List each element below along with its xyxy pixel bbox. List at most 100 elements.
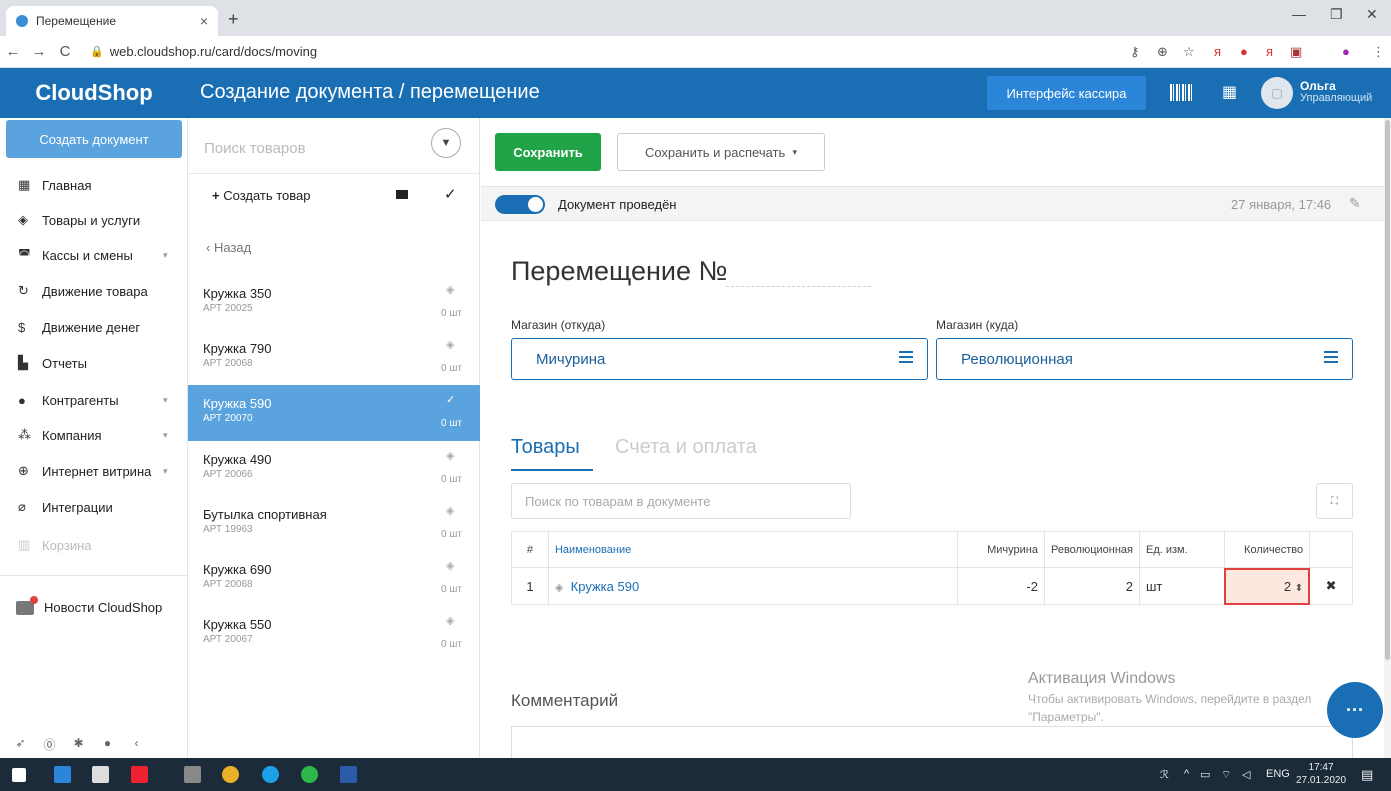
product-list-item[interactable]: Кружка 790 АРТ 20068 ◈ 0 шт: [188, 330, 480, 386]
torrent-icon[interactable]: [301, 766, 318, 783]
product-list-item[interactable]: Кружка 350 АРТ 20025 ◈ 0 шт: [188, 275, 480, 331]
sidebar-item-news[interactable]: Новости CloudShop: [16, 595, 163, 615]
product-list-item-selected[interactable]: Кружка 590 АРТ 20070 ✓ 0 шт: [188, 385, 480, 441]
windows-start-icon[interactable]: [12, 768, 26, 782]
sidebar-item-money-movement[interactable]: $ Движение денег: [0, 312, 188, 342]
document-search-input[interactable]: Поиск по товарам в документе: [511, 483, 851, 519]
reload-icon[interactable]: C: [52, 43, 78, 60]
product-list-item[interactable]: Бутылка спортивная АРТ 19963 ◈ 0 шт: [188, 496, 480, 552]
posted-toggle[interactable]: [495, 195, 545, 214]
from-store-select[interactable]: Мичурина: [511, 338, 928, 380]
product-qty: 0 шт: [441, 639, 462, 650]
edge-icon[interactable]: [262, 766, 279, 783]
calendar-icon[interactable]: ▦: [1222, 82, 1237, 102]
scrollbar[interactable]: [1384, 118, 1391, 758]
tab-payments[interactable]: Счета и оплата: [615, 436, 757, 459]
sidebar-item-label: Товары и услуги: [42, 212, 141, 228]
sidebar-item-goods-movement[interactable]: ↻ Движение товара: [0, 276, 188, 306]
back-arrow-icon[interactable]: ←: [0, 43, 26, 60]
yandex-browser-icon[interactable]: [131, 766, 148, 783]
zoom-icon[interactable]: ⊕: [1157, 44, 1168, 60]
product-list-item[interactable]: Кружка 690 АРТ 20068 ◈ 0 шт: [188, 551, 480, 607]
sidebar-item-cash[interactable]: ◚ Кассы и смены ▾: [0, 240, 188, 270]
collapse-icon[interactable]: ‹: [122, 736, 151, 753]
quantity-value: 2: [1283, 578, 1292, 594]
sidebar-item-company[interactable]: ⁂ Компания ▾: [0, 420, 188, 450]
product-list-item[interactable]: Кружка 550 АРТ 20067 ◈ 0 шт: [188, 606, 480, 662]
menu-dots-icon[interactable]: ⋮: [1372, 44, 1385, 60]
quantity-input[interactable]: 2 ⬍: [1223, 567, 1311, 605]
apple-icon[interactable]: ●: [93, 736, 122, 753]
yandex-small-icon[interactable]: я: [1266, 44, 1273, 59]
filter-icon[interactable]: ▼: [431, 128, 461, 158]
rocket-icon[interactable]: ➶: [6, 736, 35, 753]
check-icon[interactable]: ✓: [444, 185, 457, 203]
url-field[interactable]: web.cloudshop.ru/card/docs/moving: [110, 44, 317, 59]
sidebar-item-label: Корзина: [42, 537, 92, 553]
forward-arrow-icon[interactable]: →: [26, 43, 52, 60]
to-store-select[interactable]: Революционная: [936, 338, 1353, 380]
sidebar-item-storefront[interactable]: ⊕ Интернет витрина ▾: [0, 456, 188, 486]
folder-icon[interactable]: [396, 190, 408, 199]
delete-row-icon[interactable]: ✖: [1309, 567, 1353, 605]
new-tab-button[interactable]: +: [228, 9, 239, 30]
close-window-icon[interactable]: ✕: [1366, 6, 1378, 23]
file-explorer-icon[interactable]: [54, 766, 71, 783]
news-label: Новости CloudShop: [44, 600, 163, 615]
notifications-icon[interactable]: ▤: [1361, 767, 1373, 783]
browser-tab[interactable]: Перемещение ×: [6, 6, 218, 36]
sidebar-item-home[interactable]: ▦ Главная: [0, 170, 188, 200]
yandex-badge-icon[interactable]: ●: [1240, 44, 1248, 59]
tray-chevron-icon[interactable]: ^: [1184, 768, 1189, 780]
key-icon[interactable]: ⚷: [1130, 44, 1140, 60]
star-icon[interactable]: ☆: [1183, 44, 1195, 60]
tab-goods[interactable]: Товары: [511, 436, 593, 471]
fullscreen-icon[interactable]: ⛶: [1316, 483, 1353, 519]
cashier-interface-button[interactable]: Интерфейс кассира: [987, 76, 1146, 110]
sidebar-item-trash[interactable]: ▥ Корзина: [0, 530, 188, 560]
save-print-button[interactable]: Сохранить и распечать ▾: [617, 133, 825, 171]
network-icon[interactable]: ⌔: [1221, 768, 1231, 782]
avatar[interactable]: ▢: [1261, 77, 1293, 109]
maximize-icon[interactable]: ❐: [1330, 6, 1343, 23]
product-list-item[interactable]: Кружка 490 АРТ 20066 ◈ 0 шт: [188, 441, 480, 497]
chat-button[interactable]: ···: [1327, 682, 1383, 738]
android-icon[interactable]: ✱: [64, 736, 93, 753]
sidebar-item-label: Интернет витрина: [42, 463, 152, 479]
calculator-icon[interactable]: [184, 766, 201, 783]
sidebar-item-contractors[interactable]: ● Контрагенты ▾: [0, 385, 188, 415]
scrollbar-thumb[interactable]: [1385, 120, 1390, 660]
sidebar-item-reports[interactable]: ▙ Отчеты: [0, 348, 188, 378]
product-qty: 0 шт: [441, 308, 462, 319]
create-product-button[interactable]: + Создать товар: [212, 188, 311, 203]
close-tab-icon[interactable]: ×: [200, 13, 208, 29]
brand-logo[interactable]: CloudShop: [0, 68, 188, 118]
battery-icon[interactable]: ▭: [1200, 768, 1210, 781]
stepper-icon[interactable]: ⬍: [1295, 583, 1303, 594]
back-link[interactable]: ‹ Назад: [206, 240, 251, 255]
mail-icon[interactable]: [92, 766, 109, 783]
yandex-icon[interactable]: я: [1214, 44, 1221, 59]
word-icon[interactable]: [340, 766, 357, 783]
people-tray-icon[interactable]: ℛ: [1160, 768, 1169, 781]
language-indicator[interactable]: ENG: [1266, 768, 1290, 780]
barcode-icon[interactable]: [1170, 84, 1192, 101]
sidebar-item-integrations[interactable]: ⌀ Интеграции: [0, 492, 188, 522]
col-name[interactable]: Наименование: [547, 531, 959, 568]
save-print-label: Сохранить и распечать: [644, 144, 786, 160]
minimize-icon[interactable]: —: [1292, 6, 1306, 22]
save-button[interactable]: Сохранить: [495, 133, 601, 171]
clock[interactable]: 17:47 27.01.2020: [1296, 761, 1346, 787]
user-name[interactable]: Ольга: [1300, 80, 1336, 92]
create-document-button[interactable]: Создать документ: [6, 120, 182, 158]
product-search-input[interactable]: Поиск товаров: [204, 140, 306, 157]
volume-icon[interactable]: ◁: [1242, 768, 1250, 781]
help-icon[interactable]: ⓪: [35, 736, 64, 753]
profile-icon[interactable]: ●: [1342, 44, 1350, 59]
row-name[interactable]: ◈ Кружка 590: [547, 567, 959, 605]
sidebar-item-goods[interactable]: ◈ Товары и услуги: [0, 205, 188, 235]
document-number-input[interactable]: [726, 286, 871, 287]
chrome-icon[interactable]: [222, 766, 239, 783]
pdf-icon[interactable]: ▣: [1290, 44, 1302, 60]
edit-pencil-icon[interactable]: ✎: [1349, 195, 1361, 212]
